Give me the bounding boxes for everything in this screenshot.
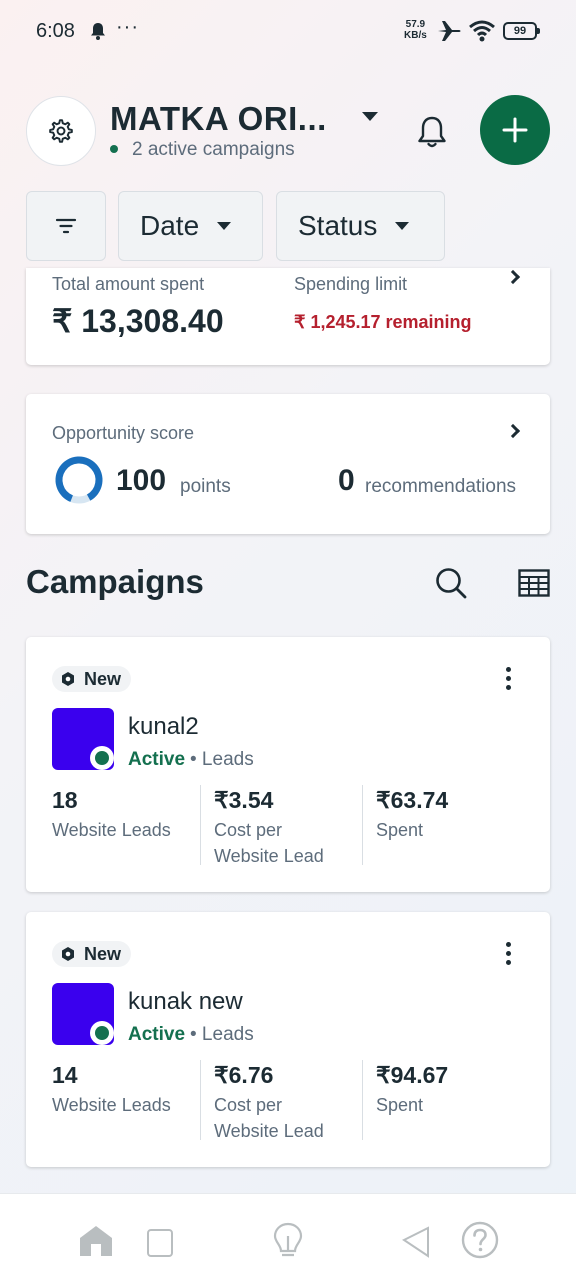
lightbulb-icon[interactable] bbox=[268, 1220, 308, 1260]
status-time: 6:08 bbox=[36, 20, 75, 42]
campaign-status: Active bbox=[128, 1024, 186, 1045]
chevron-right-icon[interactable] bbox=[505, 269, 521, 285]
metric-divider bbox=[362, 1060, 363, 1140]
opportunity-score-label: Opportunity score bbox=[52, 423, 195, 443]
bottom-navigation bbox=[0, 1193, 576, 1280]
opportunity-score-card[interactable]: Opportunity score 100 points 0 recommend… bbox=[26, 394, 550, 534]
bell-icon[interactable] bbox=[412, 112, 452, 152]
opportunity-score-unit: points bbox=[180, 476, 231, 497]
recommendations-count: 0 bbox=[338, 464, 355, 497]
chevron-down-icon bbox=[217, 222, 232, 230]
active-campaigns-count: 2 active campaigns bbox=[132, 139, 295, 160]
filter-icon bbox=[55, 218, 77, 234]
metric-value: ₹94.67 bbox=[376, 1062, 449, 1088]
notification-bell-status-icon bbox=[91, 23, 105, 40]
new-badge: New bbox=[52, 666, 132, 692]
home-icon[interactable] bbox=[76, 1220, 116, 1260]
create-button[interactable] bbox=[480, 95, 550, 165]
spending-summary-card[interactable]: Total amount spent ₹ 13,308.40 Spending … bbox=[26, 268, 550, 365]
more-vertical-icon[interactable] bbox=[502, 667, 514, 693]
settings-icon bbox=[49, 119, 73, 143]
battery-indicator: 99 bbox=[503, 22, 540, 40]
airplane-icon bbox=[438, 21, 461, 41]
metric-cost-per-lead: ₹3.54 Cost per Website Lead bbox=[214, 787, 344, 869]
account-dropdown-caret-icon[interactable] bbox=[362, 112, 378, 121]
campaign-objective: • Leads bbox=[190, 749, 254, 770]
metric-label: Website Leads bbox=[52, 1095, 171, 1115]
help-icon[interactable] bbox=[460, 1220, 500, 1260]
send-icon[interactable] bbox=[396, 1220, 436, 1260]
active-status-dot bbox=[110, 145, 118, 153]
metric-cost-per-lead: ₹6.76 Cost per Website Lead bbox=[214, 1062, 344, 1144]
metric-value: 18 bbox=[52, 787, 78, 813]
wifi-icon bbox=[469, 20, 495, 42]
search-icon[interactable] bbox=[434, 566, 468, 600]
metric-divider bbox=[362, 785, 363, 865]
metric-website-leads: 14 Website Leads bbox=[52, 1062, 171, 1118]
campaign-card[interactable]: New kunal2 Active • Leads 18 Website Lea… bbox=[26, 637, 550, 892]
new-badge: New bbox=[52, 941, 132, 967]
spending-limit-remaining: ₹ 1,245.17 remaining bbox=[294, 312, 472, 332]
pages-icon[interactable] bbox=[142, 1220, 182, 1260]
metric-spent: ₹94.67 Spent bbox=[376, 1062, 448, 1118]
campaign-status: Active bbox=[128, 749, 186, 770]
chevron-right-icon[interactable] bbox=[505, 423, 521, 439]
plus-icon bbox=[502, 117, 528, 143]
metric-value: ₹6.76 bbox=[214, 1062, 274, 1088]
metric-label: Cost per Website Lead bbox=[214, 1095, 324, 1141]
status-filter-dropdown[interactable]: Status bbox=[276, 191, 445, 261]
metric-label: Website Leads bbox=[52, 820, 171, 840]
filter-button[interactable] bbox=[26, 191, 106, 261]
status-more-dots: ··· bbox=[116, 16, 139, 38]
metric-website-leads: 18 Website Leads bbox=[52, 787, 171, 843]
total-spent-label: Total amount spent bbox=[52, 274, 205, 294]
account-name[interactable]: MATKA ORI... bbox=[110, 100, 327, 138]
metric-label: Spent bbox=[376, 1095, 424, 1115]
metric-label: Spent bbox=[376, 820, 424, 840]
campaign-objective: • Leads bbox=[190, 1024, 254, 1045]
date-filter-dropdown[interactable]: Date bbox=[118, 191, 263, 261]
network-speed-unit: KB/s bbox=[404, 30, 427, 41]
status-filter-label: Status bbox=[298, 210, 378, 241]
network-speed: 57.9 KB/s bbox=[404, 19, 427, 41]
chevron-down-icon bbox=[395, 222, 410, 230]
new-hexagon-icon bbox=[62, 947, 74, 961]
recommendations-label: recommendations bbox=[365, 476, 517, 497]
total-spent-value: ₹ 13,308.40 bbox=[52, 303, 224, 339]
active-status-indicator bbox=[90, 1021, 114, 1045]
score-ring-icon bbox=[55, 456, 103, 504]
campaigns-heading: Campaigns bbox=[26, 563, 204, 600]
settings-button[interactable] bbox=[26, 96, 96, 166]
metric-value: ₹63.74 bbox=[376, 787, 449, 813]
metric-spent: ₹63.74 Spent bbox=[376, 787, 448, 843]
metric-value: 14 bbox=[52, 1062, 78, 1088]
campaign-name[interactable]: kunal2 bbox=[128, 713, 199, 741]
new-hexagon-icon bbox=[62, 672, 74, 686]
metric-value: ₹3.54 bbox=[214, 787, 274, 813]
spending-limit-label: Spending limit bbox=[294, 274, 408, 294]
table-icon[interactable] bbox=[518, 569, 550, 597]
new-badge-label: New bbox=[84, 943, 122, 964]
date-filter-label: Date bbox=[140, 210, 200, 241]
network-speed-value: 57.9 bbox=[405, 19, 426, 30]
metric-divider bbox=[200, 1060, 201, 1140]
campaign-name[interactable]: kunak new bbox=[128, 988, 243, 1016]
campaign-card[interactable]: New kunak new Active • Leads 14 Website … bbox=[26, 912, 550, 1167]
metric-label: Cost per Website Lead bbox=[214, 820, 324, 866]
more-vertical-icon[interactable] bbox=[502, 942, 514, 968]
new-badge-label: New bbox=[84, 668, 122, 689]
opportunity-score-value: 100 bbox=[116, 464, 167, 497]
metric-divider bbox=[200, 785, 201, 865]
active-status-indicator bbox=[90, 746, 114, 770]
